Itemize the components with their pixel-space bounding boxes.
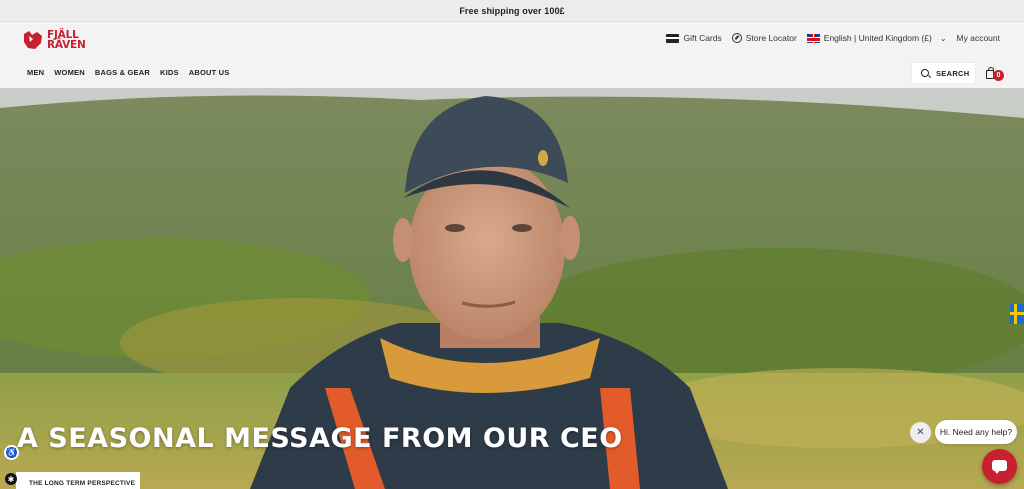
hero-banner: A SEASONAL MESSAGE FROM OUR CEO THE LONG… — [0, 88, 1024, 489]
brand-name-line-2: RÄVEN — [47, 39, 86, 51]
hero-headline: A SEASONAL MESSAGE FROM OUR CEO — [17, 423, 623, 454]
accessibility-button[interactable]: ♿ — [4, 445, 19, 460]
chat-close-button[interactable]: ✕ — [910, 422, 931, 443]
compass-icon — [731, 33, 742, 43]
uk-flag-icon — [806, 33, 820, 43]
chat-launcher-button[interactable] — [982, 449, 1017, 484]
search-label: SEARCH — [936, 68, 970, 78]
main-nav: MEN WOMEN BAGS & GEAR KIDS ABOUT US — [27, 68, 240, 77]
nav-item-women[interactable]: WOMEN — [54, 68, 85, 77]
gift-cards-link[interactable]: Gift Cards — [666, 33, 722, 43]
fox-logo-icon — [24, 31, 42, 49]
utility-nav: Gift Cards Store Locator English | Unite… — [656, 33, 1000, 43]
nav-item-kids[interactable]: KIDS — [160, 68, 179, 77]
announcement-text: Free shipping over 100£ — [459, 5, 565, 16]
site-header: FJÄLL RÄVEN Gift Cards Store Locator Eng… — [0, 22, 1024, 88]
language-selector[interactable]: English | United Kingdom (£) ⌄ — [806, 33, 947, 43]
my-account-link[interactable]: My account — [957, 33, 1000, 43]
accessibility-icon: ♿ — [6, 448, 17, 457]
cart-count-badge: 0 — [993, 70, 1004, 81]
brand-logo[interactable]: FJÄLL RÄVEN — [21, 28, 86, 52]
chat-prompt-bubble[interactable]: Hi. Need any help? — [935, 420, 1017, 444]
cart-button[interactable]: 0 — [985, 67, 1005, 83]
nav-item-bags-gear[interactable]: BAGS & GEAR — [95, 68, 150, 77]
my-account-label: My account — [956, 33, 1000, 43]
close-icon: ✕ — [916, 427, 925, 438]
gift-card-icon — [666, 33, 680, 43]
hero-cta-button[interactable]: THE LONG TERM PERSPECTIVE — [16, 472, 140, 489]
store-locator-link[interactable]: Store Locator — [731, 33, 797, 43]
cookie-settings-button[interactable]: ✱ — [5, 473, 17, 485]
search-button[interactable]: SEARCH — [911, 62, 976, 84]
gift-cards-label: Gift Cards — [683, 33, 722, 43]
search-icon — [921, 69, 929, 77]
nav-item-men[interactable]: MEN — [27, 68, 44, 77]
nav-item-about-us[interactable]: ABOUT US — [189, 68, 230, 77]
store-locator-label: Store Locator — [745, 33, 797, 43]
swedish-flag-icon[interactable] — [1010, 304, 1024, 324]
announcement-bar: Free shipping over 100£ — [0, 0, 1024, 22]
chevron-down-icon: ⌄ — [939, 33, 947, 43]
cookie-icon: ✱ — [7, 474, 15, 484]
language-label: English | United Kingdom (£) — [823, 33, 932, 43]
